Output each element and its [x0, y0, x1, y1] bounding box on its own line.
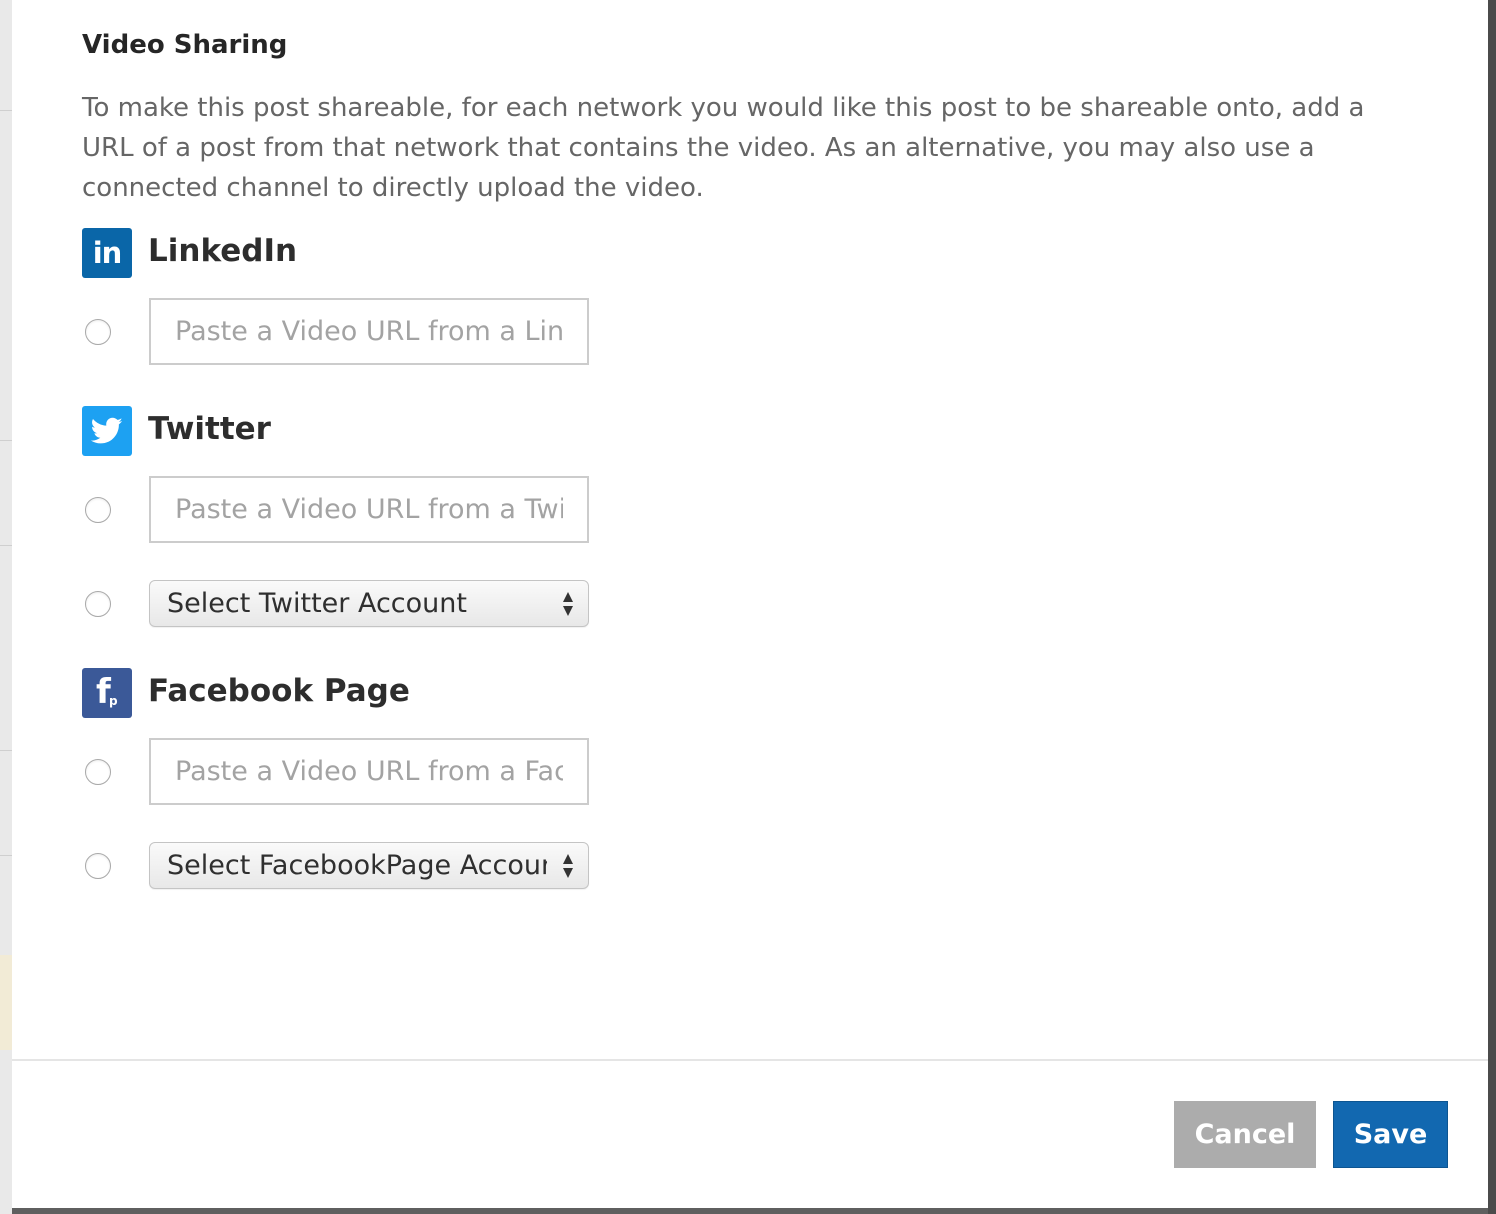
linkedin-url-radio[interactable] — [85, 319, 111, 345]
backdrop-right-edge — [1488, 0, 1496, 1214]
twitter-bird-icon — [82, 406, 132, 456]
save-button[interactable]: Save — [1333, 1101, 1448, 1168]
network-name-twitter: Twitter — [148, 411, 271, 447]
twitter-account-select-value: Select Twitter Account — [167, 588, 467, 619]
twitter-url-radio[interactable] — [85, 497, 111, 523]
facebook-page-icon-sub: p — [109, 694, 118, 708]
linkedin-url-input[interactable] — [149, 298, 589, 365]
select-arrows-icon — [563, 592, 573, 616]
twitter-account-radio[interactable] — [85, 591, 111, 617]
backdrop-divider — [0, 440, 12, 441]
facebook-url-radio[interactable] — [85, 759, 111, 785]
facebook-page-icon: f p — [82, 668, 132, 718]
twitter-account-select[interactable]: Select Twitter Account — [149, 580, 589, 627]
backdrop-highlight — [0, 955, 12, 1050]
video-sharing-dialog: Video Sharing To make this post shareabl… — [12, 0, 1488, 1208]
backdrop-divider — [0, 750, 12, 751]
footer-divider — [12, 1059, 1488, 1061]
network-name-linkedin: LinkedIn — [148, 233, 298, 269]
backdrop-divider — [0, 110, 12, 111]
select-arrows-icon — [563, 854, 573, 878]
backdrop-divider — [0, 545, 12, 546]
facebook-account-select[interactable]: Select FacebookPage Account — [149, 842, 589, 889]
network-name-facebook-page: Facebook Page — [148, 673, 410, 709]
facebook-url-input[interactable] — [149, 738, 589, 805]
facebook-account-select-value: Select FacebookPage Account — [167, 850, 547, 881]
cancel-button[interactable]: Cancel — [1174, 1101, 1316, 1168]
linkedin-icon: in — [82, 228, 132, 278]
twitter-url-input[interactable] — [149, 476, 589, 543]
dialog-description: To make this post shareable, for each ne… — [82, 93, 1365, 203]
facebook-account-radio[interactable] — [85, 853, 111, 879]
backdrop-divider — [0, 855, 12, 856]
dialog-title: Video Sharing — [82, 30, 288, 60]
